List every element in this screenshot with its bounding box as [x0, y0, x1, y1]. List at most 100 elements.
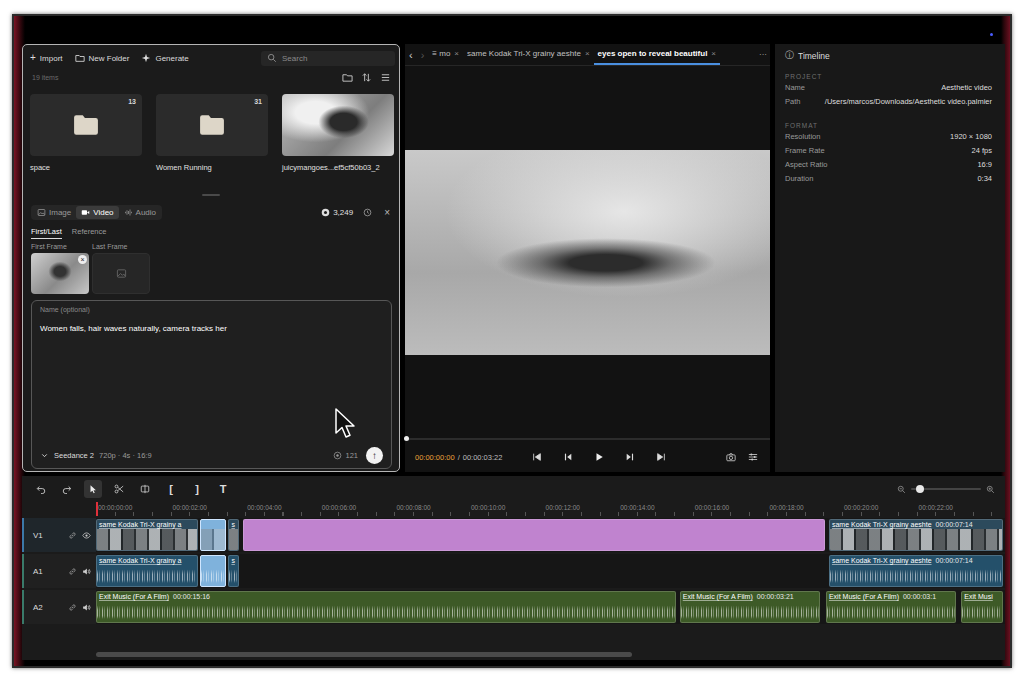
- more-button[interactable]: ···: [756, 44, 770, 65]
- clip[interactable]: s: [228, 555, 239, 587]
- clip[interactable]: Exit Music (For A Film)00:00:03:1: [826, 591, 956, 623]
- toolbar-button[interactable]: New Folder: [75, 53, 130, 63]
- media-type-tab[interactable]: Audio: [119, 206, 161, 219]
- preview-tab[interactable]: ≡ mo×: [428, 44, 463, 65]
- clip[interactable]: Exit Music (For A Film)00:00:03:21: [680, 591, 820, 623]
- skip-to-end-icon[interactable]: [656, 452, 666, 462]
- tool-button[interactable]: [: [162, 480, 180, 498]
- mouse-pointer-icon: [334, 407, 356, 439]
- media-item[interactable]: 31Women Running: [156, 94, 268, 192]
- scrubber[interactable]: [405, 438, 770, 440]
- media-type-tab[interactable]: Video: [76, 206, 118, 219]
- nav-button[interactable]: ‹: [405, 44, 417, 65]
- close-tab-button[interactable]: ×: [711, 49, 716, 58]
- tool-button[interactable]: [32, 480, 50, 498]
- zoom-slider[interactable]: [911, 488, 981, 490]
- playhead[interactable]: [96, 502, 98, 516]
- property-row: Resolution1920 × 1080: [785, 132, 992, 146]
- scrubber-handle[interactable]: [404, 436, 409, 441]
- zoom-slider-handle[interactable]: [916, 485, 924, 493]
- mode-tab[interactable]: Reference: [72, 226, 107, 239]
- clip-thumbnails: [201, 529, 225, 550]
- preview-tab[interactable]: eyes open to reveal beautiful×: [594, 44, 720, 65]
- zoom-in-icon[interactable]: [986, 485, 995, 494]
- nav-button[interactable]: ›: [417, 44, 429, 65]
- eye-icon[interactable]: [82, 531, 91, 540]
- tool-button[interactable]: [110, 480, 128, 498]
- waveform: [229, 567, 238, 583]
- name-field[interactable]: Name (optional): [40, 306, 383, 313]
- close-tab-button[interactable]: ×: [585, 49, 590, 58]
- sort-icon[interactable]: [361, 72, 372, 83]
- history-icon[interactable]: [363, 208, 372, 217]
- folder-icon: [199, 114, 225, 136]
- media-item[interactable]: 13space: [30, 94, 142, 192]
- link-icon[interactable]: [68, 603, 77, 612]
- step-forward-icon[interactable]: [625, 452, 635, 462]
- image-icon: [37, 208, 46, 217]
- skip-to-start-icon[interactable]: [532, 452, 542, 462]
- property-row: NameAesthetic video: [785, 83, 992, 97]
- clip[interactable]: same Kodak Tri-X grainy a: [96, 519, 198, 551]
- prompt-field[interactable]: Name (optional)Women falls, hair waves n…: [31, 300, 392, 469]
- tool-button[interactable]: ]: [188, 480, 206, 498]
- ruler-label: 00:00:10:00: [469, 504, 505, 511]
- search-field[interactable]: Search: [261, 51, 395, 66]
- generation-cost: 121: [333, 451, 358, 460]
- frame-slot[interactable]: Last Frame: [92, 243, 150, 294]
- speaker-icon[interactable]: [82, 603, 91, 612]
- clip[interactable]: same Kodak Tri-X grainy aeshte00:00:07:1…: [829, 519, 1003, 551]
- folder-icon[interactable]: [342, 72, 353, 83]
- preview-tab[interactable]: same Kodak Tri-X grainy aeshte×: [463, 44, 594, 65]
- step-back-icon[interactable]: [563, 452, 573, 462]
- play-icon[interactable]: [594, 452, 604, 462]
- ruler-label: 00:00:12:00: [544, 504, 580, 511]
- clip[interactable]: Exit Musi: [961, 591, 1003, 623]
- remove-frame-button[interactable]: ×: [78, 255, 87, 264]
- speaker-icon[interactable]: [82, 567, 91, 576]
- tool-button[interactable]: [58, 480, 76, 498]
- toolbar-button[interactable]: +Import: [30, 53, 63, 63]
- inspector-section: FORMATResolution1920 × 1080Frame Rate24 …: [785, 122, 992, 188]
- track-header: A1: [22, 554, 96, 588]
- time-ruler[interactable]: 00:00:00:0000:00:02:0000:00:04:0000:00:0…: [96, 502, 1005, 516]
- list-view-icon[interactable]: [380, 72, 391, 83]
- waveform: [830, 567, 1002, 583]
- toolbar-button[interactable]: Generate: [141, 53, 188, 63]
- clip[interactable]: [200, 519, 226, 551]
- settings-icon[interactable]: [748, 452, 758, 462]
- tool-button[interactable]: [84, 480, 102, 498]
- panel-resize-handle[interactable]: [202, 194, 220, 196]
- clip[interactable]: [200, 555, 226, 587]
- send-button[interactable]: ↑: [366, 447, 383, 464]
- track-lane: same Kodak Tri-X grainy a s same Kodak Tri…: [96, 518, 1005, 552]
- tool-button[interactable]: [136, 480, 154, 498]
- media-item[interactable]: juicymangoes...ef5cf50b03_2: [282, 94, 394, 192]
- tool-button[interactable]: T: [214, 480, 232, 498]
- scrollbar-thumb[interactable]: [96, 652, 632, 657]
- media-type-tab[interactable]: Image: [32, 206, 76, 219]
- media-panel: +ImportNew FolderGenerateSearch19 items1…: [22, 44, 400, 472]
- link-icon[interactable]: [68, 567, 77, 576]
- property-row: Path/Users/marcos/Downloads/Aesthetic vi…: [785, 97, 992, 111]
- clip[interactable]: s: [228, 519, 239, 551]
- mode-tab[interactable]: First/Last: [31, 226, 62, 239]
- horizontal-scrollbar[interactable]: [96, 652, 1005, 657]
- title-bar: [22, 16, 1005, 44]
- link-icon[interactable]: [68, 531, 77, 540]
- zoom-out-icon[interactable]: [897, 485, 906, 494]
- camera-icon[interactable]: [726, 452, 736, 462]
- frame-thumbnail: [92, 253, 150, 294]
- close-tab-button[interactable]: ×: [454, 49, 459, 58]
- clip[interactable]: [243, 519, 825, 551]
- close-button[interactable]: ×: [382, 207, 392, 218]
- clip[interactable]: Exit Music (For A Film)00:00:15:16: [96, 591, 676, 623]
- media-toolbar: +Import New Folder Generate Search: [23, 45, 399, 68]
- model-selector[interactable]: Seedance 2720p · 4s · 16:9: [40, 451, 152, 460]
- clip[interactable]: same Kodak Tri-X grainy aeshte00:00:07:1…: [829, 555, 1003, 587]
- waveform: [681, 603, 819, 619]
- frame-slot[interactable]: First Frame×: [31, 243, 89, 294]
- timecode: 00:00:00:00/00:00:03:22: [415, 453, 502, 462]
- waveform: [97, 603, 675, 619]
- clip[interactable]: same Kodak Tri-X grainy a: [96, 555, 198, 587]
